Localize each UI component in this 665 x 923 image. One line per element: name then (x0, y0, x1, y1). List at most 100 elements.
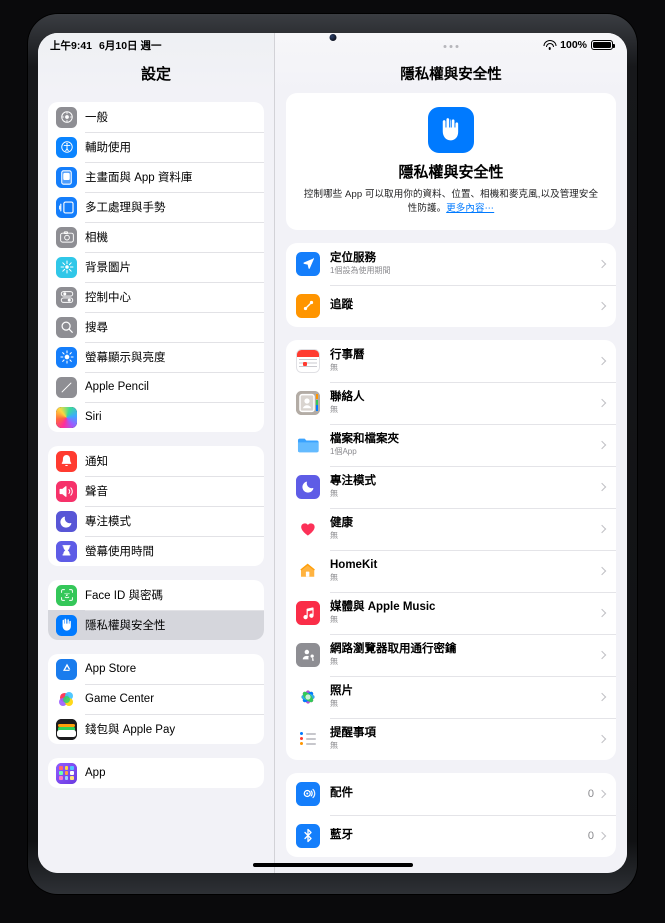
row-label: 健康 (330, 516, 353, 529)
sidebar-item-8-g0[interactable]: 螢幕顯示與亮度 (48, 342, 264, 372)
speaker-icon (56, 480, 77, 502)
chevron-right-icon (597, 398, 607, 407)
sidebar-item-1-g2[interactable]: 隱私權與安全性 (48, 610, 264, 640)
chevron-right-icon (597, 566, 607, 575)
sidebar-item-1-g3[interactable]: Game Center (48, 684, 264, 714)
bluetooth-icon (296, 823, 320, 848)
reminders-icon (296, 726, 320, 751)
sidebar-item-2-g1[interactable]: 專注模式 (48, 506, 264, 536)
table-row[interactable]: HomeKit 無 (286, 549, 616, 592)
row-label: HomeKit (330, 558, 378, 571)
hero-title: 隱私權與安全性 (398, 164, 504, 181)
bell-icon (56, 450, 77, 472)
front-camera-icon (329, 34, 336, 41)
row-label: 專注模式 (330, 474, 376, 487)
brightness-icon (56, 346, 77, 368)
ipad-device: 上午9:41 6月10日 週一 100% 設定 一般 輔助使用 主畫面與 App 資… (0, 0, 665, 923)
multitask-handle-icon[interactable] (443, 45, 459, 48)
sidebar-item-label: 隱私權與安全性 (85, 620, 166, 632)
table-row[interactable]: 媒體與 Apple Music 無 (286, 591, 616, 634)
row-sublabel: 無 (330, 741, 338, 751)
screen: 上午9:41 6月10日 週一 100% 設定 一般 輔助使用 主畫面與 App 資… (38, 33, 627, 873)
row-text: 檔案和檔案夾 1個App (330, 432, 599, 458)
sidebar-item-4-g0[interactable]: 相機 (48, 222, 264, 252)
home-icon (296, 558, 320, 583)
sidebar-group: App (48, 758, 264, 788)
row-value: 0 (587, 829, 594, 842)
table-row[interactable]: 追蹤 (286, 284, 616, 327)
privacy-hero-card: 隱私權與安全性 控制哪些 App 可以取用你的資料、位置、相機和麥克風,以及管理… (286, 93, 616, 230)
row-sublabel: 無 (330, 699, 338, 709)
folder-icon (296, 432, 320, 457)
table-row[interactable]: 定位服務 1個設為使用期間 (286, 243, 616, 285)
sidebar-list[interactable]: 一般輔助使用 主畫面與 App 資料庫多工處理與手勢相機 背景圖片 控制中心 搜尋 螢幕顯… (38, 93, 274, 788)
sidebar-item-label: App (85, 767, 106, 779)
row-label: 聯絡人 (330, 390, 365, 403)
chevron-right-icon (597, 650, 607, 659)
sidebar-item-7-g0[interactable]: 搜尋 (48, 312, 264, 342)
sidebar-item-3-g0[interactable]: 多工處理與手勢 (48, 192, 264, 222)
settings-sidebar: 設定 一般 輔助使用 主畫面與 App 資料庫 多工處理與手勢 相機 背景圖片 控制中心 搜尋… (38, 33, 275, 873)
row-value: 0 (587, 787, 594, 800)
row-sublabel: 無 (330, 615, 338, 625)
row-text: 網路瀏覽器取用通行密鑰無 (330, 642, 599, 668)
sidebar-item-0-g2[interactable]: Face ID 與密碼 (48, 580, 264, 610)
sidebar-item-label: Siri (85, 411, 102, 423)
sidebar-item-1-g0[interactable]: 輔助使用 (48, 132, 264, 162)
sidebar-item-0-g0[interactable]: 一般 (48, 102, 264, 132)
table-row[interactable]: 藍牙 0 (286, 814, 616, 857)
row-sublabel: 無 (330, 405, 338, 415)
table-row[interactable]: 照片無 (286, 675, 616, 718)
table-row[interactable]: 檔案和檔案夾 1個App (286, 423, 616, 466)
sidebar-item-5-g0[interactable]: 背景圖片 (48, 252, 264, 282)
photos-icon (296, 684, 320, 709)
table-row[interactable]: 健康無 (286, 507, 616, 550)
table-row[interactable]: 網路瀏覽器取用通行密鑰無 (286, 633, 616, 676)
sidebar-item-9-g0[interactable]: Apple Pencil (48, 372, 264, 402)
sidebar-item-label: 通知 (85, 456, 108, 468)
sidebar-item-0-g4[interactable]: App (48, 758, 264, 788)
sidebar-item-0-g1[interactable]: 通知 (48, 446, 264, 476)
sidebar-item-3-g1[interactable]: 螢幕使用時間 (48, 536, 264, 566)
chevron-right-icon (597, 789, 607, 798)
row-label: 檔案和檔案夾 (330, 432, 399, 445)
table-row[interactable]: 配件 0 (286, 773, 616, 815)
row-label: 配件 (330, 787, 353, 800)
row-label: 照片 (330, 684, 353, 697)
table-row[interactable]: 行事曆無 (286, 340, 616, 382)
row-label: 定位服務 (330, 251, 376, 264)
more-info-link[interactable]: 更多內容⋯ (446, 203, 494, 214)
row-text: 提醒事項無 (330, 726, 599, 752)
chevron-right-icon (597, 608, 607, 617)
sidebar-item-label: 多工處理與手勢 (85, 202, 166, 214)
sidebar-item-0-g3[interactable]: App Store (48, 654, 264, 684)
detail-pane: 隱私權與安全性 隱私權與安全性 控制哪些 App 可以取用你的資料、位置、相機和… (275, 33, 627, 873)
sidebar-item-1-g1[interactable]: 聲音 (48, 476, 264, 506)
sidebar-group: App Store Game Center 錢包與 Apple Pay (48, 654, 264, 744)
music-note-icon (296, 600, 320, 625)
hourglass-icon (56, 540, 77, 562)
sidebar-item-6-g0[interactable]: 控制中心 (48, 282, 264, 312)
row-sublabel: 1個App (330, 447, 357, 457)
row-sublabel: 1個設為使用期間 (330, 266, 391, 276)
sidebar-item-10-g0[interactable]: Siri (48, 402, 264, 432)
moon-icon (56, 510, 77, 532)
accessibility-icon (56, 136, 77, 158)
table-row[interactable]: 提醒事項無 (286, 717, 616, 760)
table-row[interactable]: 聯絡人無 (286, 381, 616, 424)
home-screen-icon (56, 166, 77, 188)
detail-scroll: 隱私權與安全性 控制哪些 App 可以取用你的資料、位置、相機和麥克風,以及管理… (275, 93, 627, 857)
row-sublabel: 無 (330, 489, 338, 499)
sidebar-item-2-g3[interactable]: 錢包與 Apple Pay (48, 714, 264, 744)
sidebar-item-2-g0[interactable]: 主畫面與 App 資料庫 (48, 162, 264, 192)
sidebar-item-label: Game Center (85, 693, 155, 705)
table-row[interactable]: 專注模式無 (286, 465, 616, 508)
row-sublabel: 無 (330, 531, 338, 541)
detail-groups: 定位服務 1個設為使用期間追蹤 行事曆無 聯絡人無 檔案和檔案夾 1個App 專注模式… (286, 242, 616, 857)
detail-group: 配件 0 藍牙 0 (286, 772, 616, 857)
sidebar-item-label: 一般 (85, 112, 108, 124)
pencil-icon (56, 376, 77, 398)
detail-group: 行事曆無 聯絡人無 檔案和檔案夾 1個App 專注模式無 健康無 HomeKit 無媒… (286, 339, 616, 760)
home-indicator[interactable] (252, 863, 413, 867)
calendar-icon (296, 348, 320, 373)
